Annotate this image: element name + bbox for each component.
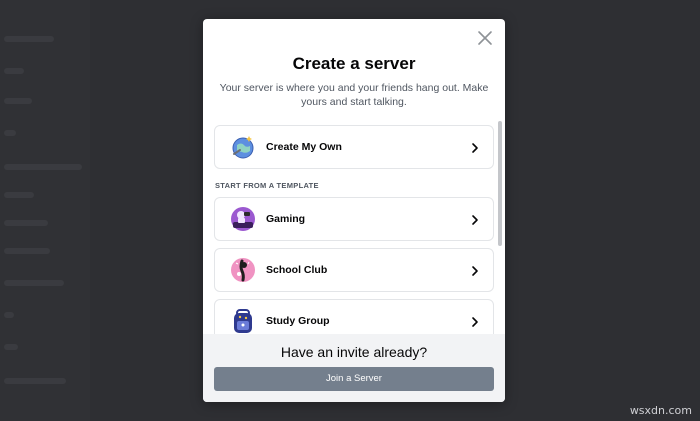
background-line [4,248,50,254]
background-line [4,378,66,384]
chevron-right-icon [470,264,480,276]
modal-title: Create a server [292,54,416,73]
background-line [4,36,54,42]
gaming-template-option[interactable]: Gaming [214,197,494,241]
background-line [4,98,32,104]
background-line [4,164,82,170]
create-my-own-option[interactable]: Create My Own [214,125,494,169]
option-label: Gaming [266,213,306,225]
school-club-icon [229,256,257,284]
backpack-icon [229,307,257,335]
server-options-list[interactable]: Create My Own START FROM A TEMPLATE Gami… [203,119,505,351]
background-line [4,280,64,286]
chevron-right-icon [470,141,480,153]
invite-heading: Have an invite already? [280,344,428,360]
gaming-icon [229,205,257,233]
background-line [4,192,34,198]
globe-icon [229,133,257,161]
background-line [4,68,24,74]
close-icon[interactable] [477,30,493,46]
scrollbar[interactable] [498,121,502,246]
background-line [4,220,48,226]
modal-footer: Have an invite already? Join a Server [203,334,505,402]
background-line [4,312,14,318]
modal-subtitle: Your server is where you and your friend… [219,82,489,108]
school-club-template-option[interactable]: School Club [214,248,494,292]
option-label: Study Group [266,315,330,327]
chevron-right-icon [470,315,480,327]
option-label: Create My Own [266,141,342,153]
chevron-right-icon [470,213,480,225]
join-server-button[interactable]: Join a Server [214,367,494,391]
template-section-label: START FROM A TEMPLATE [215,181,319,190]
background-line [4,344,18,350]
background-line [4,130,16,136]
watermark: wsxdn.com [629,404,692,417]
create-server-modal: Create a server Your server is where you… [203,19,505,402]
background-sidebar [0,0,90,421]
option-label: School Club [266,264,328,276]
